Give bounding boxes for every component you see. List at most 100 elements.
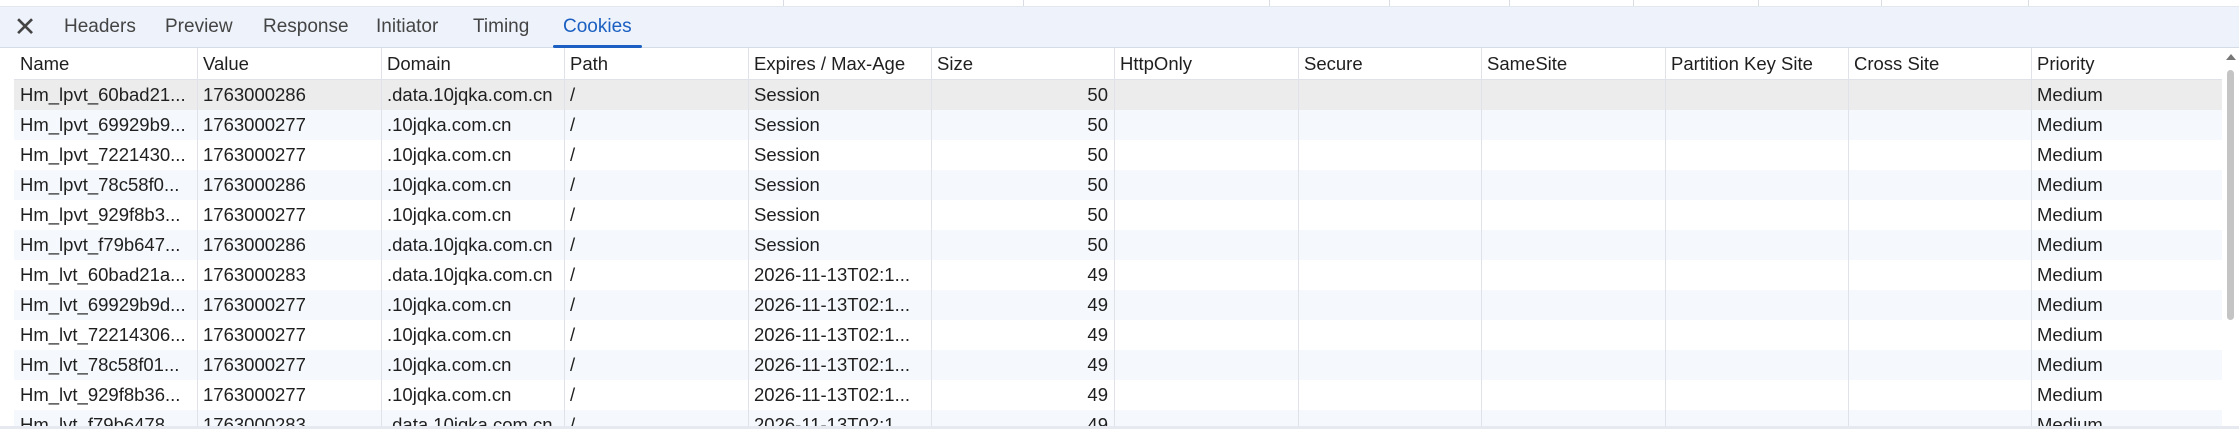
column-header-expires[interactable]: Expires / Max-Age [748, 48, 931, 79]
cell-secure [1298, 290, 1481, 320]
cookies-table: Name Value Domain Path Expires / Max-Age… [14, 48, 2232, 429]
cell-priority: Medium [2037, 84, 2103, 105]
cell-size: 50 [1087, 84, 1108, 105]
strip-divider [1509, 0, 1510, 6]
cell-domain: .data.10jqka.com.cn [387, 234, 553, 255]
column-header-path[interactable]: Path [564, 48, 748, 79]
cell-partition-key-site [1665, 380, 1848, 410]
table-row[interactable]: Hm_lvt_929f8b36... 1763000277 .10jqka.com.… [14, 380, 2232, 410]
column-divider [1298, 48, 1299, 429]
column-header-cross-site[interactable]: Cross Site [1848, 48, 2031, 79]
close-icon[interactable]: ✕ [10, 12, 40, 42]
tab-cookies[interactable]: Cookies [553, 7, 642, 48]
cell-value: 1763000277 [203, 354, 306, 375]
cell-httponly [1114, 260, 1298, 290]
cell-size: 49 [1087, 294, 1108, 315]
tab-timing[interactable]: Timing [463, 7, 539, 47]
cell-cross-site [1848, 260, 2031, 290]
strip-divider [1633, 0, 1634, 6]
cell-partition-key-site [1665, 260, 1848, 290]
cell-value: 1763000277 [203, 114, 306, 135]
table-row[interactable]: Hm_lpvt_69929b9... 1763000277 .10jqka.com.… [14, 110, 2232, 140]
cell-path: / [570, 174, 576, 195]
cell-domain: .10jqka.com.cn [387, 324, 512, 345]
cell-secure [1298, 110, 1481, 140]
cell-domain: .10jqka.com.cn [387, 174, 512, 195]
scrollbar-thumb[interactable] [2227, 70, 2234, 320]
cell-path: / [570, 354, 576, 375]
cell-samesite [1481, 140, 1665, 170]
cell-httponly [1114, 320, 1298, 350]
cell-samesite [1481, 260, 1665, 290]
scroll-up-arrow-icon[interactable] [2226, 54, 2236, 60]
table-row[interactable]: Hm_lvt_60bad21a... 1763000283 .data.10jqka… [14, 260, 2232, 290]
cell-name: Hm_lvt_78c58f01... [20, 354, 180, 375]
cell-priority: Medium [2037, 294, 2103, 315]
cell-httponly [1114, 380, 1298, 410]
column-header-httponly[interactable]: HttpOnly [1114, 48, 1298, 79]
column-header-size[interactable]: Size [931, 48, 1114, 79]
column-divider [931, 48, 932, 429]
cell-path: / [570, 114, 576, 135]
column-header-value[interactable]: Value [197, 48, 381, 79]
cell-value: 1763000277 [203, 204, 306, 225]
column-header-domain[interactable]: Domain [381, 48, 564, 79]
table-row[interactable]: Hm_lpvt_78c58f0... 1763000286 .10jqka.com.… [14, 170, 2232, 200]
cell-path: / [570, 144, 576, 165]
cell-cross-site [1848, 290, 2031, 320]
strip-divider [1023, 0, 1024, 6]
cell-cross-site [1848, 80, 2031, 110]
cell-expires: 2026-11-13T02:1... [754, 354, 910, 375]
cell-priority: Medium [2037, 174, 2103, 195]
cell-secure [1298, 350, 1481, 380]
table-row[interactable]: Hm_lpvt_60bad21... 1763000286 .data.10jqka… [14, 80, 2232, 110]
cell-cross-site [1848, 110, 2031, 140]
table-row[interactable]: Hm_lpvt_7221430... 1763000277 .10jqka.com.… [14, 140, 2232, 170]
cell-httponly [1114, 140, 1298, 170]
cell-domain: .data.10jqka.com.cn [387, 84, 553, 105]
cell-expires: 2026-11-13T02:1... [754, 384, 910, 405]
cell-partition-key-site [1665, 200, 1848, 230]
tab-preview[interactable]: Preview [155, 7, 243, 47]
cell-value: 1763000277 [203, 144, 306, 165]
cell-path: / [570, 324, 576, 345]
column-divider [1848, 48, 1849, 429]
cell-name: Hm_lvt_60bad21a... [20, 264, 186, 285]
cell-cross-site [1848, 200, 2031, 230]
cell-name: Hm_lpvt_69929b9... [20, 114, 186, 135]
tab-initiator[interactable]: Initiator [366, 7, 448, 47]
cell-partition-key-site [1665, 140, 1848, 170]
detail-tab-bar: ✕ Headers Preview Response Initiator Tim… [0, 7, 2239, 48]
column-header-partition-key-site[interactable]: Partition Key Site [1665, 48, 1848, 79]
table-row[interactable]: Hm_lvt_69929b9d... 1763000277 .10jqka.com.… [14, 290, 2232, 320]
strip-divider [1881, 0, 1882, 6]
cell-expires: Session [754, 144, 820, 165]
column-header-secure[interactable]: Secure [1298, 48, 1481, 79]
column-divider [1114, 48, 1115, 429]
cell-secure [1298, 320, 1481, 350]
cell-size: 49 [1087, 354, 1108, 375]
cell-priority: Medium [2037, 144, 2103, 165]
cell-domain: .10jqka.com.cn [387, 384, 512, 405]
column-header-samesite[interactable]: SameSite [1481, 48, 1665, 79]
cell-priority: Medium [2037, 264, 2103, 285]
column-header-priority[interactable]: Priority [2031, 48, 2215, 79]
strip-divider [783, 0, 784, 6]
cell-domain: .10jqka.com.cn [387, 114, 512, 135]
strip-divider [2028, 0, 2029, 6]
cell-secure [1298, 230, 1481, 260]
cell-name: Hm_lvt_69929b9d... [20, 294, 186, 315]
tab-headers[interactable]: Headers [54, 7, 146, 47]
cell-expires: 2026-11-13T02:1... [754, 294, 910, 315]
cell-samesite [1481, 110, 1665, 140]
table-row[interactable]: Hm_lvt_72214306... 1763000277 .10jqka.com.… [14, 320, 2232, 350]
table-row[interactable]: Hm_lvt_78c58f01... 1763000277 .10jqka.com.… [14, 350, 2232, 380]
tab-response[interactable]: Response [253, 7, 359, 47]
cell-cross-site [1848, 320, 2031, 350]
table-row[interactable]: Hm_lpvt_f79b647... 1763000286 .data.10jqka… [14, 230, 2232, 260]
cell-samesite [1481, 320, 1665, 350]
cell-httponly [1114, 230, 1298, 260]
cell-domain: .10jqka.com.cn [387, 144, 512, 165]
table-row[interactable]: Hm_lpvt_929f8b3... 1763000277 .10jqka.com.… [14, 200, 2232, 230]
column-header-name[interactable]: Name [14, 48, 197, 79]
